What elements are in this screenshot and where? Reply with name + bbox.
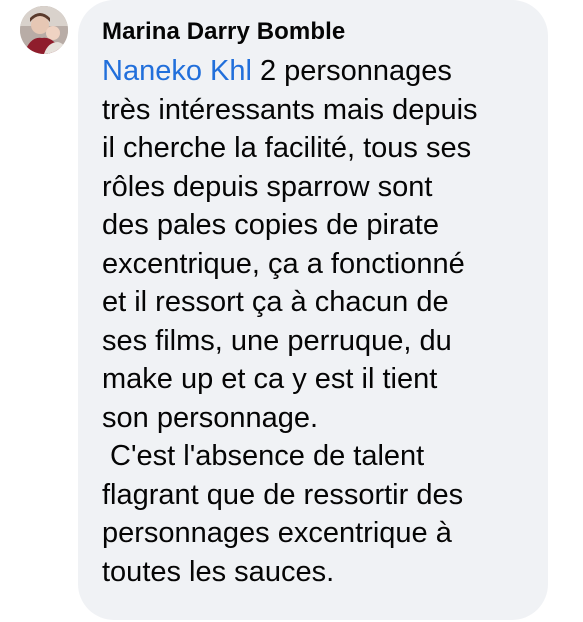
comment-line: personnages excentrique à bbox=[102, 517, 452, 549]
comment-body: Naneko Khl 2 personnages très intéressan… bbox=[102, 52, 526, 591]
comment-line: Naneko Khl 2 personnages bbox=[102, 52, 526, 91]
comment-author-name[interactable]: Marina Darry Bomble bbox=[102, 18, 526, 46]
comment-line: il cherche la facilité, tous ses bbox=[102, 132, 472, 164]
comment-line: des pales copies de pirate bbox=[102, 209, 439, 241]
comment-line: C'est l'absence de talent bbox=[102, 440, 425, 472]
comment-line: son personnage. bbox=[102, 401, 319, 434]
profile-photo-icon bbox=[20, 6, 68, 54]
comment-line: très intéressants mais depuis bbox=[102, 93, 478, 126]
comment-line-text: 2 personnages bbox=[251, 55, 452, 87]
comment-bubble: Marina Darry Bomble Naneko Khl 2 personn… bbox=[78, 0, 548, 620]
comment-line: excentrique, ça a fonctionné bbox=[102, 247, 465, 280]
avatar[interactable] bbox=[20, 6, 68, 54]
comment-line: ses films, une perruque, du bbox=[102, 324, 452, 357]
comment-line: toutes les sauces. bbox=[102, 555, 335, 588]
mention-link[interactable]: Naneko Khl bbox=[102, 55, 252, 87]
comment-line: rôles depuis sparrow sont bbox=[102, 170, 433, 203]
comment-line: et il ressort ça à chacun de bbox=[102, 286, 449, 318]
comment-line: make up et ca y est il tient bbox=[102, 363, 438, 395]
comment-line: flagrant que de ressortir des bbox=[102, 478, 464, 511]
